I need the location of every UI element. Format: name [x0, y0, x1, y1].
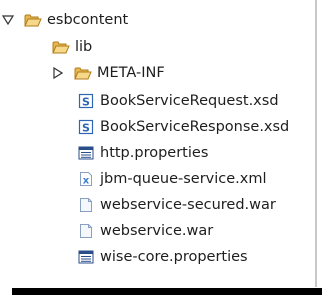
- xsd-schema-file-icon: S: [77, 119, 95, 135]
- folder-open-icon: [52, 39, 70, 55]
- tree-item-lib[interactable]: lib: [52, 36, 92, 58]
- tree-item-meta-inf[interactable]: META-INF: [53, 62, 165, 84]
- tree-item-label: BookServiceRequest.xsd: [100, 93, 279, 109]
- tree-item-http-properties[interactable]: http.properties: [77, 142, 208, 164]
- folder-open-icon: [24, 12, 42, 28]
- tree-item-label: wise-core.properties: [100, 249, 248, 265]
- tree-item-wise-core-properties[interactable]: wise-core.properties: [77, 246, 248, 268]
- generic-file-icon: [77, 197, 95, 213]
- tree-item-bookserviceresponse-xsd[interactable]: S BookServiceResponse.xsd: [77, 116, 289, 138]
- expanded-triangle-icon[interactable]: [2, 14, 14, 26]
- tree-item-jbm-queue-service-xml[interactable]: x jbm-queue-service.xml: [77, 168, 267, 190]
- svg-text:x: x: [83, 176, 90, 187]
- folder-open-icon: [74, 65, 92, 81]
- bottom-border: [12, 288, 322, 295]
- tree-item-label: META-INF: [97, 65, 165, 81]
- tree-item-label: BookServiceResponse.xsd: [100, 119, 290, 135]
- tree-item-label: webservice-secured.war: [100, 197, 276, 213]
- tree-item-esbcontent[interactable]: esbcontent: [2, 9, 129, 31]
- tree-item-label: webservice.war: [100, 223, 214, 239]
- properties-file-icon: [77, 249, 95, 265]
- svg-text:S: S: [82, 122, 90, 135]
- tree-item-label: jbm-queue-service.xml: [100, 171, 267, 187]
- svg-text:S: S: [82, 96, 90, 109]
- tree-item-bookservicerequest-xsd[interactable]: S BookServiceRequest.xsd: [77, 90, 279, 112]
- tree-item-webservice-secured-war[interactable]: webservice-secured.war: [77, 194, 276, 216]
- properties-file-icon: [77, 145, 95, 161]
- tree-item-label: lib: [75, 39, 93, 55]
- xml-file-icon: x: [77, 171, 95, 187]
- tree-item-label: esbcontent: [47, 12, 129, 28]
- collapsed-triangle-icon[interactable]: [52, 67, 64, 79]
- tree-item-webservice-war[interactable]: webservice.war: [77, 220, 213, 242]
- generic-file-icon: [77, 223, 95, 239]
- tree-item-label: http.properties: [100, 145, 209, 161]
- xsd-schema-file-icon: S: [77, 93, 95, 109]
